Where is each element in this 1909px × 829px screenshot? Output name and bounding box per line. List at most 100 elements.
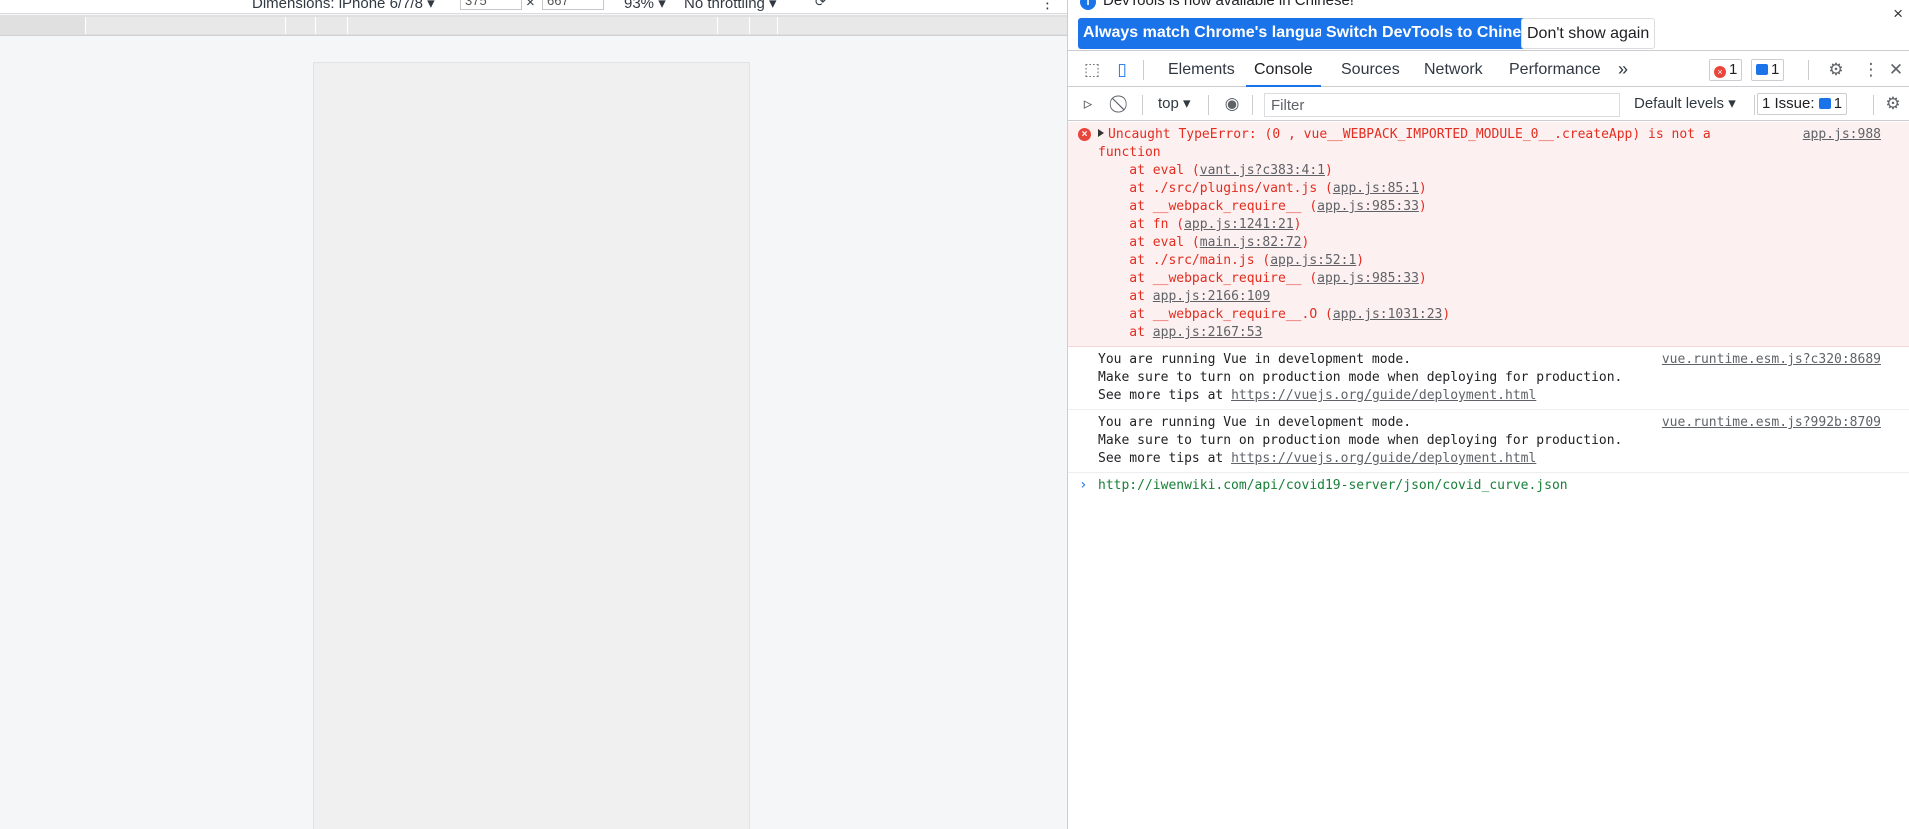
- ruler-segment[interactable]: [749, 17, 777, 34]
- dont-show-again-button[interactable]: Don't show again: [1521, 18, 1656, 49]
- stack-frame-link[interactable]: vant.js?c383:4:1: [1200, 163, 1325, 178]
- device-dimensions-select[interactable]: Dimensions: iPhone 6/7/8 ▾: [252, 0, 435, 12]
- tab-network[interactable]: Network: [1424, 52, 1483, 87]
- stack-frame: at __webpack_require__ (app.js:985:33): [1098, 199, 1427, 214]
- toolbar-separator: [1142, 95, 1143, 115]
- info-icon: i: [1080, 0, 1096, 10]
- message-count: 1: [1771, 61, 1780, 78]
- throttling-select[interactable]: No throttling ▾: [684, 0, 777, 12]
- close-devtools-icon[interactable]: ✕: [1886, 60, 1906, 80]
- infobar-text: DevTools is now available in Chinese!: [1103, 0, 1354, 9]
- prompt-input[interactable]: http://iwenwiki.com/api/covid19-server/j…: [1098, 478, 1568, 493]
- switch-to-chinese-button[interactable]: Switch DevTools to Chinese: [1321, 18, 1545, 49]
- source-link[interactable]: vue.runtime.esm.js?c320:8689: [1662, 351, 1881, 369]
- stack-frame: at eval (vant.js?c383:4:1): [1098, 163, 1333, 178]
- device-width-input[interactable]: 375: [460, 0, 522, 10]
- log-levels-select[interactable]: Default levels ▾: [1634, 94, 1736, 112]
- expand-triangle-icon[interactable]: [1098, 129, 1104, 137]
- more-options-icon[interactable]: ⋮: [1040, 0, 1055, 12]
- toolbar-separator: [1208, 95, 1209, 115]
- close-icon[interactable]: ×: [1893, 4, 1903, 24]
- tab-performance[interactable]: Performance: [1509, 52, 1601, 87]
- console-prompt[interactable]: › http://iwenwiki.com/api/covid19-server…: [1068, 473, 1909, 499]
- screen: Dimensions: iPhone 6/7/8 ▾ 375 × 667 93%…: [0, 0, 1909, 829]
- stack-frame-link[interactable]: app.js:985:33: [1317, 271, 1419, 286]
- source-link[interactable]: vue.runtime.esm.js?992b:8709: [1662, 414, 1881, 432]
- sidebar-toggle-icon[interactable]: ▹: [1078, 94, 1098, 114]
- docs-link[interactable]: https://vuejs.org/guide/deployment.html: [1231, 388, 1536, 403]
- devtools-tabbar: ⬚ ▯ Elements Console Sources Network Per…: [1068, 52, 1909, 87]
- stack-frame: at ./src/main.js (app.js:52:1): [1098, 253, 1365, 268]
- context-select[interactable]: top ▾: [1158, 94, 1191, 112]
- issues-label: 1 Issue:: [1762, 95, 1815, 112]
- issues-count: 1: [1833, 95, 1843, 112]
- issue-message-icon: [1818, 98, 1831, 109]
- stack-frame: at ./src/plugins/vant.js (app.js:85:1): [1098, 181, 1427, 196]
- media-query-ruler[interactable]: [0, 15, 1067, 36]
- device-toolbar: Dimensions: iPhone 6/7/8 ▾ 375 × 667 93%…: [0, 0, 1067, 14]
- device-screen[interactable]: [313, 62, 750, 829]
- console-toolbar: ▹ ⃠ top ▾ ◉ Default levels ▾ 1 Issue: 1 …: [1068, 88, 1909, 121]
- ruler-segment[interactable]: [285, 17, 315, 34]
- always-match-language-button[interactable]: Always match Chrome's language: [1078, 18, 1347, 49]
- stack-frame: at app.js:2167:53: [1098, 325, 1263, 340]
- device-height-input[interactable]: 667: [542, 0, 604, 10]
- console-log-message[interactable]: vue.runtime.esm.js?c320:8689 You are run…: [1068, 347, 1909, 410]
- ruler-segment[interactable]: [777, 17, 1067, 34]
- issues-button[interactable]: 1 Issue: 1: [1757, 93, 1848, 115]
- error-icon: ×: [1714, 66, 1726, 78]
- stack-frame: at __webpack_require__ (app.js:985:33): [1098, 271, 1427, 286]
- stack-frame-link[interactable]: app.js:1241:21: [1184, 217, 1294, 232]
- message-count-badge[interactable]: 1: [1751, 59, 1785, 81]
- stack-frame-link[interactable]: app.js:2167:53: [1153, 325, 1263, 340]
- stack-frame-link[interactable]: app.js:85:1: [1333, 181, 1419, 196]
- log-line: Make sure to turn on production mode whe…: [1098, 370, 1623, 385]
- log-line: See more tips at https://vuejs.org/guide…: [1098, 388, 1537, 403]
- kebab-menu-icon[interactable]: ⋮: [1861, 60, 1881, 80]
- tabbar-separator: [1808, 60, 1809, 80]
- console-settings-gear-icon[interactable]: ⚙: [1883, 94, 1903, 114]
- dimension-swap-icon[interactable]: ×: [526, 0, 535, 11]
- docs-link[interactable]: https://vuejs.org/guide/deployment.html: [1231, 451, 1536, 466]
- tab-elements[interactable]: Elements: [1168, 52, 1235, 87]
- error-count-badge[interactable]: × 1: [1709, 59, 1743, 81]
- ruler-segment[interactable]: [315, 17, 347, 34]
- ruler-segment[interactable]: [347, 17, 717, 34]
- clear-console-icon[interactable]: ⃠: [1112, 94, 1132, 114]
- stack-frame-link[interactable]: app.js:2166:109: [1153, 289, 1270, 304]
- stack-frame: at fn (app.js:1241:21): [1098, 217, 1302, 232]
- device-toolbar-toggle-icon[interactable]: ▯: [1112, 60, 1132, 80]
- zoom-select[interactable]: 93% ▾: [624, 0, 666, 12]
- filter-input[interactable]: [1264, 93, 1620, 117]
- stack-frame-link[interactable]: app.js:985:33: [1317, 199, 1419, 214]
- source-link[interactable]: app.js:988: [1803, 126, 1881, 144]
- console-error-message[interactable]: × app.js:988 Uncaught TypeError: (0 , vu…: [1068, 122, 1909, 347]
- stack-frame-link[interactable]: app.js:52:1: [1270, 253, 1356, 268]
- toolbar-separator: [1873, 95, 1874, 115]
- tabbar-separator: [1143, 60, 1144, 80]
- language-infobar: i DevTools is now available in Chinese! …: [1068, 0, 1909, 51]
- tab-console[interactable]: Console: [1246, 52, 1321, 87]
- settings-gear-icon[interactable]: ⚙: [1826, 60, 1846, 80]
- console-output: × app.js:988 Uncaught TypeError: (0 , vu…: [1068, 122, 1909, 829]
- ruler-segment[interactable]: [717, 17, 749, 34]
- live-expression-eye-icon[interactable]: ◉: [1222, 94, 1242, 114]
- error-text: Uncaught TypeError: (0 , vue__WEBPACK_IM…: [1098, 126, 1885, 144]
- stack-trace: at eval (vant.js?c383:4:1) at ./src/plug…: [1098, 162, 1885, 342]
- stack-frame: at __webpack_require__.O (app.js:1031:23…: [1098, 307, 1451, 322]
- ruler-segment[interactable]: [85, 17, 285, 34]
- inspect-element-icon[interactable]: ⬚: [1082, 60, 1102, 80]
- tab-sources[interactable]: Sources: [1341, 52, 1400, 87]
- error-icon: ×: [1078, 128, 1091, 141]
- message-icon: [1756, 64, 1768, 75]
- error-text-cont: function: [1098, 145, 1161, 160]
- toolbar-separator: [1252, 95, 1253, 115]
- log-line: See more tips at https://vuejs.org/guide…: [1098, 451, 1537, 466]
- stack-frame-link[interactable]: main.js:82:72: [1200, 235, 1302, 250]
- stack-frame: at eval (main.js:82:72): [1098, 235, 1310, 250]
- rotate-icon[interactable]: ⟳: [815, 0, 826, 10]
- stack-frame-link[interactable]: app.js:1031:23: [1333, 307, 1443, 322]
- more-tabs-icon[interactable]: »: [1618, 52, 1628, 87]
- console-log-message[interactable]: vue.runtime.esm.js?992b:8709 You are run…: [1068, 410, 1909, 473]
- devtools-panel: i DevTools is now available in Chinese! …: [1068, 0, 1909, 829]
